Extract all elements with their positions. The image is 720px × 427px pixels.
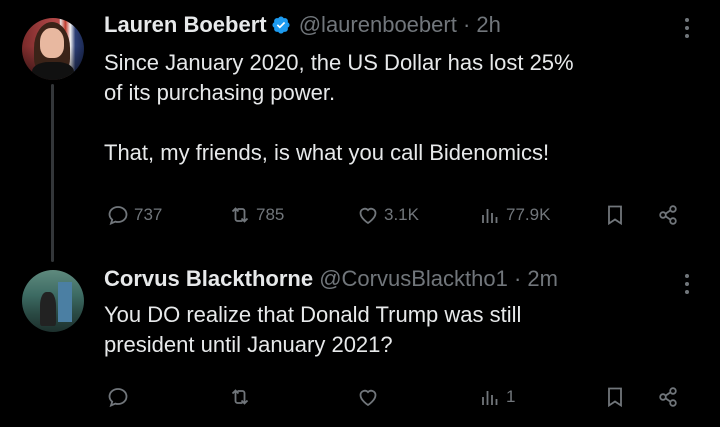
author-name[interactable]: Lauren Boebert bbox=[104, 12, 267, 37]
bookmark-icon bbox=[608, 205, 622, 226]
share-button[interactable] bbox=[656, 385, 680, 409]
repost-button[interactable] bbox=[228, 385, 256, 409]
timestamp[interactable]: · 2m bbox=[514, 266, 558, 291]
share-button[interactable] bbox=[656, 203, 680, 227]
repost-icon bbox=[231, 207, 249, 223]
like-icon bbox=[359, 207, 377, 225]
tweet-text: Since January 2020, the US Dollar has lo… bbox=[104, 50, 574, 165]
like-button[interactable] bbox=[356, 385, 384, 409]
more-icon[interactable] bbox=[684, 274, 690, 296]
action-bar: 737 785 3.1K 77.9K bbox=[0, 203, 720, 233]
action-bar: 1 bbox=[0, 385, 720, 415]
tweet-header: Lauren Boebert @laurenboebert · 2h bbox=[104, 12, 501, 38]
repost-button[interactable]: 785 bbox=[228, 203, 284, 227]
tweet-text: You DO realize that Donald Trump was sti… bbox=[104, 302, 522, 357]
views-button[interactable]: 1 bbox=[478, 385, 515, 409]
thread-connector-line bbox=[51, 84, 54, 262]
avatar[interactable] bbox=[22, 18, 84, 80]
share-icon bbox=[659, 205, 677, 225]
repost-count: 785 bbox=[256, 205, 285, 224]
tweet-header: Corvus Blackthorne @CorvusBlacktho1 · 2m bbox=[104, 266, 558, 292]
bookmark-button[interactable] bbox=[603, 203, 627, 227]
like-button[interactable]: 3.1K bbox=[356, 203, 419, 227]
verified-icon bbox=[272, 16, 290, 34]
views-icon bbox=[482, 209, 498, 223]
views-count: 77.9K bbox=[506, 205, 551, 224]
author-handle[interactable]: @laurenboebert bbox=[299, 12, 457, 37]
reply-button[interactable] bbox=[106, 385, 134, 409]
share-icon bbox=[659, 387, 677, 407]
reply-icon bbox=[108, 388, 128, 408]
more-icon[interactable] bbox=[684, 18, 690, 40]
avatar[interactable] bbox=[22, 270, 84, 332]
like-icon bbox=[359, 389, 377, 407]
timestamp[interactable]: · 2h bbox=[463, 12, 501, 37]
author-handle[interactable]: @CorvusBlacktho1 bbox=[319, 266, 508, 291]
author-name[interactable]: Corvus Blackthorne bbox=[104, 266, 313, 291]
bookmark-icon bbox=[608, 387, 622, 408]
bookmark-button[interactable] bbox=[603, 385, 627, 409]
reply-count: 737 bbox=[134, 205, 163, 224]
repost-icon bbox=[231, 389, 249, 405]
views-icon bbox=[482, 391, 498, 405]
views-count: 1 bbox=[506, 387, 516, 406]
views-button[interactable]: 77.9K bbox=[478, 203, 550, 227]
like-count: 3.1K bbox=[384, 205, 419, 224]
reply-icon bbox=[108, 206, 128, 226]
reply-button[interactable]: 737 bbox=[106, 203, 162, 227]
